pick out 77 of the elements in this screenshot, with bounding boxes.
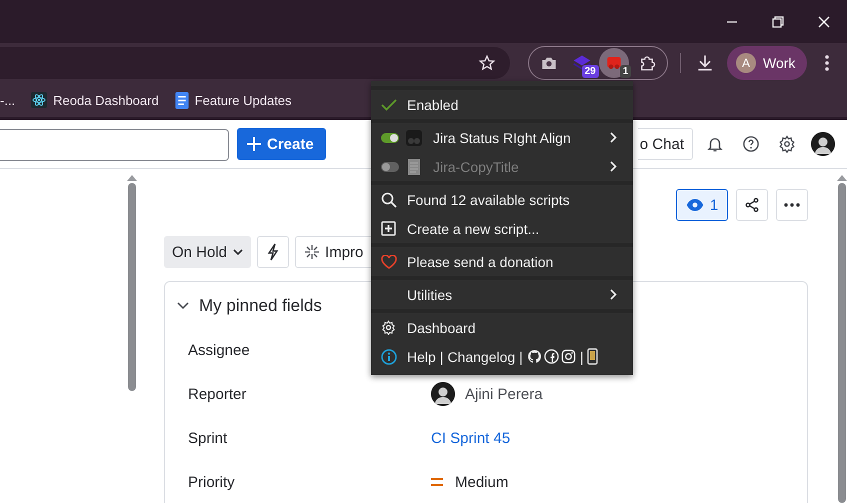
sparkle-icon: [305, 245, 320, 259]
star-icon: [478, 54, 496, 72]
field-value: Medium: [455, 474, 508, 490]
bookmark-star-button[interactable]: [478, 54, 496, 72]
count-badge: 29: [582, 65, 599, 78]
eye-icon: [686, 198, 704, 212]
caret-icon: [233, 249, 244, 255]
scroll-up-icon: [836, 175, 846, 181]
help-link[interactable]: Help: [407, 348, 436, 364]
extension-button[interactable]: 29: [566, 48, 597, 78]
bookmark-link[interactable]: Reoda Dashboard: [31, 92, 159, 108]
github-icon: [526, 349, 542, 364]
restore-icon: [772, 16, 784, 28]
check-icon: [381, 98, 397, 110]
priority-medium-icon: [431, 478, 443, 486]
submenu-item[interactable]: Utilities: [371, 280, 633, 309]
separator-text: |: [519, 348, 523, 364]
more-actions-button[interactable]: [776, 189, 808, 221]
section-title: My pinned fields: [199, 296, 322, 316]
help-icon: [742, 135, 760, 153]
field-label: Priority: [188, 474, 235, 490]
plus-icon: [247, 137, 261, 151]
chat-button[interactable]: o Chat: [638, 128, 693, 160]
script-icon: [605, 54, 624, 72]
toggle-switch[interactable]: [381, 162, 399, 172]
search-icon: [381, 192, 397, 208]
close-icon: [818, 16, 830, 28]
share-button[interactable]: [736, 189, 768, 221]
menu-item[interactable]: Found 12 available scripts: [371, 185, 633, 214]
separator-text: |: [580, 348, 584, 364]
settings-icon: [778, 135, 796, 153]
profile-button[interactable]: A Work: [727, 46, 808, 80]
create-button[interactable]: Create: [237, 128, 326, 160]
add-script-icon: [381, 221, 396, 236]
bookmark-link[interactable]: -...: [0, 92, 16, 108]
automation-button[interactable]: [257, 236, 290, 268]
field-label: Assignee: [188, 342, 250, 358]
facebook-icon: [544, 349, 559, 364]
count-badge: 1: [620, 65, 632, 78]
field-label: Reporter: [188, 386, 246, 402]
chevron-right-icon: [610, 161, 617, 172]
status-dropdown[interactable]: On Hold: [164, 236, 252, 268]
instagram-icon: [560, 349, 576, 364]
bell-icon: [706, 135, 724, 153]
collapse-button[interactable]: [177, 302, 189, 310]
sprint-link[interactable]: CI Sprint 45: [431, 430, 510, 446]
more-icon: [825, 55, 830, 71]
heart-icon: [381, 254, 397, 268]
field-value: Ajini Perera: [465, 386, 543, 402]
script-menu-item[interactable]: Jira Status RIght Align: [371, 123, 633, 152]
menu-item[interactable]: Enabled: [371, 90, 633, 119]
settings-icon: [381, 320, 396, 335]
extension-button[interactable]: 1: [599, 48, 630, 78]
scroll-up-icon: [127, 175, 137, 181]
help-link[interactable]: Changelog: [447, 348, 516, 364]
share-icon: [744, 197, 760, 213]
profile-avatar: A: [736, 53, 756, 73]
separator-text: |: [440, 348, 444, 364]
chevron-right-icon: [610, 132, 617, 143]
document-icon: [407, 158, 421, 176]
react-icon: [31, 92, 48, 108]
phone-icon: [587, 348, 598, 365]
chevron-down-icon: [177, 302, 189, 310]
menu-item[interactable]: Dashboard: [371, 313, 633, 342]
script-icon: [405, 128, 423, 146]
user-avatar[interactable]: [811, 132, 835, 156]
chevron-right-icon: [610, 289, 617, 300]
more-icon: [784, 203, 800, 207]
lightning-icon: [267, 243, 280, 261]
bookmark-link[interactable]: Feature Updates: [174, 92, 292, 108]
search-field[interactable]: [0, 129, 229, 161]
field-label: Sprint: [188, 430, 228, 446]
document-icon: [174, 92, 189, 108]
watchers-button[interactable]: 1: [676, 189, 728, 221]
toggle-switch[interactable]: [381, 132, 399, 142]
user-avatar: [431, 382, 455, 406]
info-icon: [381, 348, 397, 364]
